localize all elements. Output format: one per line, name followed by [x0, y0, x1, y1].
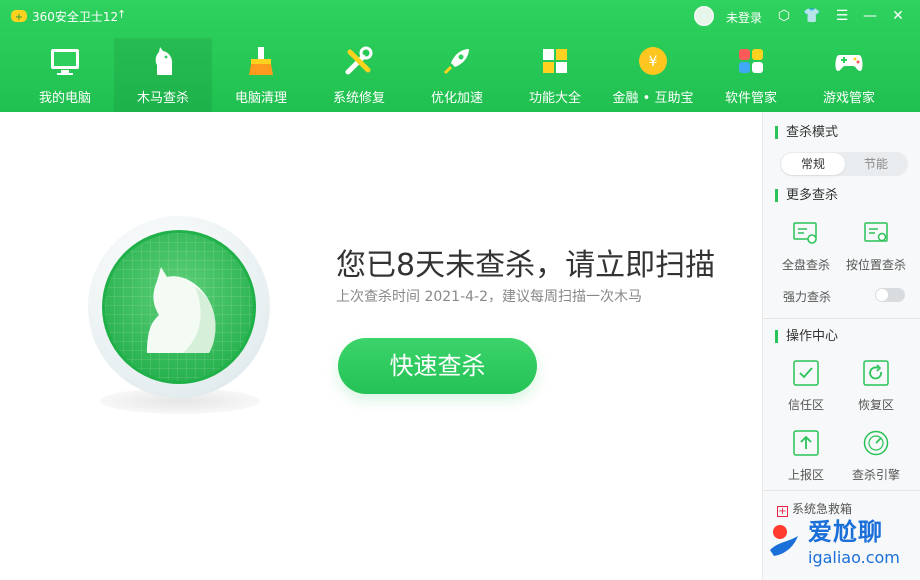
nav-label: 我的电脑 — [38, 91, 91, 106]
nav-label: 功能大全 — [528, 91, 581, 106]
nav-label: 木马查杀 — [136, 91, 189, 106]
nav-item-finance[interactable]: ¥ 金融 • 互助宝 — [604, 38, 702, 112]
skin-settings-icon[interactable]: ⬡ — [774, 6, 794, 26]
gamepad-icon — [835, 55, 863, 71]
apps-icon — [739, 49, 763, 73]
ops-center-title: 操作中心 — [775, 330, 838, 343]
broom-icon — [249, 47, 273, 75]
nav-label: 金融 • 互助宝 — [612, 91, 694, 106]
minimize-icon[interactable]: — — [860, 6, 880, 26]
coin-icon: ¥ — [639, 47, 667, 75]
force-scan-label: 强力查杀 — [783, 290, 832, 304]
engine-gauge-icon — [863, 430, 889, 456]
app-logo-icon: + — [11, 10, 27, 23]
nav-item-trojan-scan[interactable]: 木马查杀 — [114, 38, 212, 112]
trojan-badge-core — [102, 230, 256, 384]
trust-zone-label: 信任区 — [787, 398, 824, 412]
quick-scan-button[interactable]: 快速查杀 — [338, 338, 537, 394]
report-zone-label: 上报区 — [787, 468, 824, 482]
report-zone-button[interactable]: 上报区 — [771, 430, 841, 490]
headline: 您已8天未查杀，请立即扫描 — [336, 248, 716, 283]
mode-normal-option[interactable]: 常规 — [781, 153, 845, 175]
grid-icon — [543, 49, 567, 73]
scan-mode-switch: 常规 节能 — [780, 152, 908, 176]
main-nav: 我的电脑 木马查杀 电脑清理 系统修复 优化加速 功能大全 ¥ 金融 • 互助宝… — [16, 38, 898, 112]
rocket-icon — [443, 49, 469, 75]
more-scan-title: 更多查杀 — [775, 189, 838, 202]
nav-label: 软件管家 — [724, 91, 777, 106]
tools-icon — [345, 46, 373, 75]
side-panel: 查杀模式 常规 节能 更多查杀 全盘查杀 按位置查杀 强力查杀 操作中心 信任区… — [762, 112, 920, 580]
shirt-icon[interactable]: 👕 — [802, 6, 822, 26]
svg-text:¥: ¥ — [649, 54, 658, 70]
scan-mode-title: 查杀模式 — [775, 126, 838, 139]
update-arrow-icon[interactable]: ↑ — [117, 8, 126, 21]
restore-icon — [863, 360, 889, 386]
avatar[interactable] — [694, 6, 714, 26]
scan-engine-button[interactable]: 查杀引擎 — [841, 430, 911, 490]
watermark: 爱尬聊 igaliao.com — [768, 512, 918, 576]
svg-text:+: + — [15, 12, 23, 23]
last-scan-info: 上次查杀时间 2021-4-2，建议每周扫描一次木马 — [336, 289, 642, 305]
watermark-brand: 爱尬聊 — [808, 518, 883, 546]
mode-eco-option[interactable]: 节能 — [844, 153, 908, 175]
trust-zone-button[interactable]: 信任区 — [771, 360, 841, 420]
watermark-url: igaliao.com — [808, 548, 900, 567]
nav-label: 优化加速 — [430, 91, 483, 106]
nav-label: 电脑清理 — [234, 91, 287, 106]
divider — [763, 318, 920, 319]
disk-scan-icon — [793, 222, 817, 244]
folder-scan-icon — [864, 222, 888, 242]
nav-label: 游戏管家 — [822, 91, 875, 106]
menu-icon[interactable]: ☰ — [832, 6, 852, 26]
full-scan-button[interactable]: 全盘查杀 — [771, 220, 841, 280]
monitor-icon — [51, 49, 79, 75]
restore-zone-label: 恢复区 — [857, 398, 894, 412]
location-scan-label: 按位置查杀 — [845, 258, 906, 272]
toggle-knob — [876, 289, 888, 301]
nav-item-cleanup[interactable]: 电脑清理 — [212, 38, 310, 112]
nav-label: 系统修复 — [332, 91, 385, 106]
watermark-logo-icon — [770, 525, 798, 556]
nav-item-my-computer[interactable]: 我的电脑 — [16, 38, 114, 112]
nav-item-games[interactable]: 游戏管家 — [800, 38, 898, 112]
trust-check-icon — [793, 360, 819, 386]
login-link[interactable]: 未登录 — [726, 9, 762, 26]
nav-item-system-repair[interactable]: 系统修复 — [310, 38, 408, 112]
restore-zone-button[interactable]: 恢复区 — [841, 360, 911, 420]
force-scan-toggle[interactable] — [875, 288, 905, 302]
app-title: 360安全卫士12 — [32, 10, 119, 24]
horse-icon — [155, 47, 173, 75]
nav-item-all-functions[interactable]: 功能大全 — [506, 38, 604, 112]
location-scan-button[interactable]: 按位置查杀 — [841, 220, 911, 280]
close-icon[interactable]: ✕ — [888, 6, 908, 26]
nav-item-speedup[interactable]: 优化加速 — [408, 38, 506, 112]
horse-icon — [147, 267, 216, 353]
scan-engine-label: 查杀引擎 — [851, 468, 900, 482]
top-header: + 360安全卫士12 ↑ 未登录 ⬡ 👕 ☰ — ✕ 我的电脑 木马查杀 电脑… — [0, 0, 920, 112]
title-bar: + 360安全卫士12 ↑ 未登录 ⬡ 👕 ☰ — ✕ — [0, 0, 920, 32]
divider — [763, 490, 920, 491]
upload-icon — [793, 430, 819, 456]
nav-item-software[interactable]: 软件管家 — [702, 38, 800, 112]
full-scan-label: 全盘查杀 — [781, 258, 830, 272]
